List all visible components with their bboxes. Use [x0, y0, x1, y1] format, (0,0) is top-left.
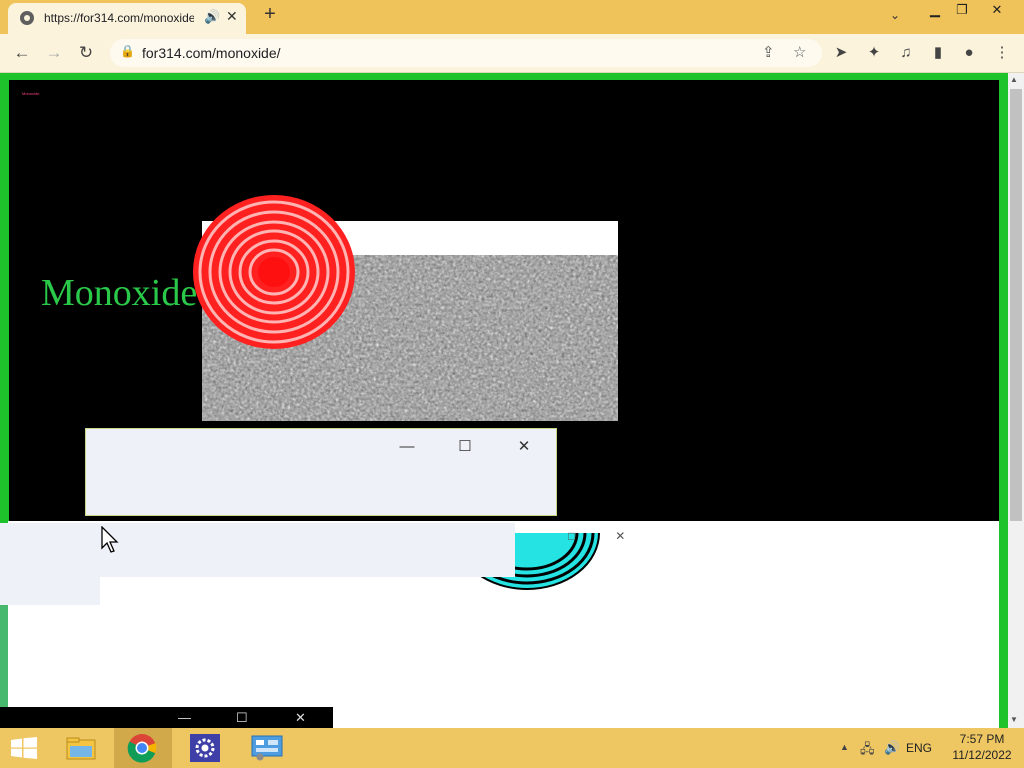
- minimize-icon[interactable]: —: [178, 710, 191, 725]
- file-explorer-taskbar-button[interactable]: [52, 728, 110, 768]
- control-panel-taskbar-button[interactable]: [238, 728, 296, 768]
- language-indicator[interactable]: ENG: [906, 741, 932, 755]
- browser-toolbar: ← → ↻ 🔒 for314.com/monoxide/ ⇪ ☆ ➤ ✦ ♫ ▮…: [0, 34, 1024, 73]
- scroll-down-arrow-icon[interactable]: ▼: [1010, 715, 1018, 724]
- reload-icon[interactable]: ↻: [76, 43, 96, 63]
- new-tab-button[interactable]: +: [260, 3, 280, 26]
- browser-tab[interactable]: https://for314.com/monoxide/ 🔊 ✕: [8, 3, 246, 34]
- red-target-icon: [193, 195, 355, 349]
- start-button[interactable]: [0, 728, 58, 768]
- more-menu-icon[interactable]: ⋮: [992, 43, 1012, 63]
- browser-titlebar: https://for314.com/monoxide/ 🔊 ✕ + ⌄ ▁ ❐…: [0, 0, 1024, 34]
- network-icon[interactable]: 🖧: [860, 740, 875, 762]
- maximize-icon[interactable]: ☐: [236, 710, 248, 726]
- close-icon[interactable]: ✕: [509, 439, 539, 455]
- blank-dialog-window[interactable]: — ☐ ✕: [85, 428, 557, 516]
- blank-overlay-window-tail: [0, 577, 100, 605]
- file-explorer-icon: [66, 737, 96, 760]
- close-icon[interactable]: ✕: [295, 710, 306, 726]
- maximize-icon[interactable]: ☐: [450, 439, 480, 455]
- scroll-up-arrow-icon[interactable]: ▲: [1010, 75, 1018, 84]
- bookmark-star-icon[interactable]: ☆: [793, 43, 806, 61]
- scrollbar-thumb[interactable]: [1010, 89, 1022, 521]
- tiny-page-title: Monoxide: [22, 91, 40, 96]
- black-window-titlebar[interactable]: — ☐ ✕: [0, 707, 333, 728]
- restore-button[interactable]: ❐: [945, 0, 979, 20]
- speaker-icon[interactable]: 🔊: [204, 9, 220, 25]
- settings-taskbar-button[interactable]: [176, 728, 234, 768]
- lock-icon[interactable]: 🔒: [120, 44, 135, 58]
- globe-icon: [20, 11, 34, 25]
- url-text[interactable]: for314.com/monoxide/: [142, 45, 281, 61]
- share-icon[interactable]: ⇪: [762, 43, 775, 61]
- back-arrow-icon[interactable]: ←: [12, 43, 32, 63]
- minimize-icon[interactable]: —: [392, 439, 422, 455]
- mouse-cursor-icon: [101, 526, 119, 553]
- tab-search-chevron-icon[interactable]: ⌄: [890, 8, 900, 22]
- clock-date: 11/12/2022: [952, 748, 1012, 762]
- chrome-taskbar-button[interactable]: [114, 728, 172, 768]
- cursor-extension-icon[interactable]: ➤: [831, 43, 851, 63]
- blank-overlay-window[interactable]: [0, 523, 515, 577]
- profile-avatar-icon[interactable]: ●: [959, 43, 979, 63]
- show-hidden-icons-chevron-icon[interactable]: ▲: [840, 742, 849, 752]
- page-title: Monoxide: [41, 272, 198, 314]
- volume-icon[interactable]: 🔊: [884, 740, 900, 756]
- media-control-icon[interactable]: ♫: [896, 43, 916, 63]
- extensions-puzzle-icon[interactable]: ✦: [864, 43, 884, 63]
- windows-logo-icon: [11, 737, 37, 759]
- chrome-icon: [127, 734, 157, 763]
- forward-arrow-icon[interactable]: →: [44, 43, 64, 63]
- tab-title: https://for314.com/monoxide/: [44, 11, 194, 25]
- window-close-button[interactable]: ✕: [980, 0, 1014, 20]
- side-panel-icon[interactable]: ▮: [928, 43, 948, 63]
- control-panel-icon: [251, 735, 283, 761]
- partial-window-controls[interactable]: □ ✕: [568, 529, 625, 543]
- address-bar[interactable]: 🔒 for314.com/monoxide/ ⇪ ☆: [110, 39, 822, 67]
- clock-time: 7:57 PM: [959, 732, 1005, 746]
- settings-icon: [190, 734, 220, 762]
- web-page: Monoxide Monoxide — ☐ ✕ □ ✕ ▲ ▼ — ☐ ✕: [0, 73, 1024, 728]
- tab-close-icon[interactable]: ✕: [226, 8, 238, 25]
- system-clock[interactable]: 7:57 PM 11/12/2022: [944, 731, 1020, 763]
- windows-taskbar: ▲ 🖧 🔊 ENG 7:57 PM 11/12/2022: [0, 728, 1024, 768]
